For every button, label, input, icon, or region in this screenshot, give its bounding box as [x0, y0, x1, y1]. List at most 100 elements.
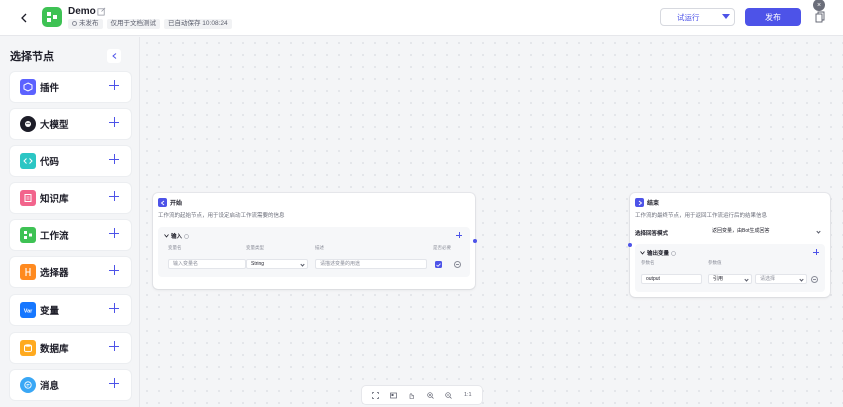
sidebar-item-selector[interactable]: 选择器: [10, 257, 131, 287]
end-icon: [635, 198, 644, 207]
plugin-icon: [20, 79, 36, 95]
variable-icon: Var: [20, 302, 36, 318]
col-variable-type: 变量类型: [246, 245, 264, 250]
answer-mode-label: 选择回答模式: [635, 231, 669, 237]
plus-icon[interactable]: [109, 191, 119, 201]
variable-description-input[interactable]: 请描述变量的用途: [315, 259, 427, 269]
start-node[interactable]: 开始 工作流的起始节点，用于设定启动工作流需要的信息 输入 变量名 变量类型 描…: [153, 193, 475, 289]
zoom-reset-button[interactable]: 1:1: [462, 390, 474, 400]
required-checkbox[interactable]: [435, 261, 442, 268]
svg-text:Var: Var: [24, 308, 33, 314]
sidebar-item-llm[interactable]: 大模型: [10, 109, 131, 139]
status-dot-icon: [72, 21, 77, 26]
end-node-description: 工作流的最终节点，用于返回工作流运行后的结果信息: [635, 213, 768, 219]
collapse-sidebar-button[interactable]: [107, 49, 121, 63]
publish-button[interactable]: 发布: [745, 8, 801, 26]
output-section: 输出变量 参数名 参数值 output 引用 请选择: [635, 244, 825, 292]
sidebar-item-label: 大模型: [40, 120, 69, 131]
remove-output-icon[interactable]: [811, 276, 818, 283]
end-node-input-port[interactable]: [628, 243, 632, 247]
zoom-in-icon: [426, 391, 434, 399]
param-name-input[interactable]: output: [641, 274, 702, 284]
chevron-down-icon: [799, 277, 804, 282]
variable-type-select[interactable]: String: [246, 259, 308, 269]
minimap-button[interactable]: [388, 390, 398, 400]
zoom-level-label: 1:1: [463, 392, 472, 398]
add-input-icon[interactable]: [456, 232, 462, 238]
remove-input-icon[interactable]: [454, 261, 461, 268]
start-icon: [158, 198, 167, 207]
selector-icon: [20, 264, 36, 280]
sidebar-item-database[interactable]: 数据库: [10, 333, 131, 363]
sidebar-item-code[interactable]: 代码: [10, 146, 131, 176]
pointer-mode-button[interactable]: [407, 390, 417, 400]
end-node[interactable]: 结束 工作流的最终节点，用于返回工作流运行后的结果信息 选择回答模式 返回变量，…: [630, 193, 830, 297]
close-button[interactable]: ×: [813, 0, 825, 11]
input-section-title[interactable]: 输入: [164, 232, 189, 240]
col-param-value: 参数值: [708, 260, 722, 265]
map-icon: [390, 392, 397, 398]
variable-name-input[interactable]: 输入变量名: [168, 259, 246, 269]
code-icon: [20, 153, 36, 169]
chevron-down-icon: [816, 229, 821, 234]
answer-mode-select[interactable]: 返回变量，由Bot生成回答: [708, 227, 823, 237]
chevron-down-icon: [164, 234, 169, 238]
llm-icon: [20, 116, 36, 132]
col-param-name: 参数名: [641, 260, 655, 265]
copy-icon[interactable]: [815, 11, 825, 23]
check-icon: [436, 262, 441, 267]
plus-icon[interactable]: [109, 117, 119, 127]
zoom-out-button[interactable]: [443, 390, 453, 400]
info-icon: [671, 250, 676, 256]
plus-icon[interactable]: [109, 341, 119, 351]
sidebar-item-label: 插件: [40, 83, 60, 94]
sidebar-item-message[interactable]: 消息: [10, 370, 131, 400]
sidebar-item-variable[interactable]: Var 变量: [10, 295, 131, 325]
message-icon: [20, 377, 36, 393]
chevron-left-icon: [111, 53, 116, 59]
plus-icon[interactable]: [109, 265, 119, 275]
zoom-out-icon: [445, 391, 452, 399]
top-bar: Demo 未发布 仅用于文档测试 已自动保存 10:08:24 试运行 发布 ×: [0, 0, 843, 36]
zoom-in-button[interactable]: [425, 390, 435, 400]
start-node-header: 开始: [158, 198, 182, 207]
start-node-output-port[interactable]: [473, 239, 477, 243]
output-section-title[interactable]: 输出变量: [640, 249, 676, 257]
canvas-toolbar: 1:1: [362, 386, 482, 404]
sidebar-item-label: 代码: [40, 157, 60, 168]
plus-icon[interactable]: [109, 80, 119, 90]
chevron-down-icon[interactable]: [722, 14, 730, 19]
sidebar-item-workflow[interactable]: 工作流: [10, 220, 131, 250]
workflow-canvas[interactable]: 开始 工作流的起始节点，用于设定启动工作流需要的信息 输入 变量名 变量类型 描…: [141, 37, 843, 407]
autosave-badge: 已自动保存 10:08:24: [164, 19, 232, 29]
sidebar-item-plugin[interactable]: 插件: [10, 72, 131, 102]
chevron-down-icon: [744, 277, 749, 282]
col-description: 描述: [315, 245, 324, 250]
sidebar-item-label: 知识库: [40, 194, 69, 205]
plus-icon[interactable]: [109, 303, 119, 313]
scope-badge: 仅用于文档测试: [106, 19, 160, 29]
plus-icon[interactable]: [109, 228, 119, 238]
meta-row: 未发布 仅用于文档测试 已自动保存 10:08:24: [68, 19, 232, 29]
plus-icon[interactable]: [109, 154, 119, 164]
sidebar-item-label: 选择器: [40, 268, 69, 279]
back-button[interactable]: [15, 9, 33, 27]
param-value-select[interactable]: 请选择: [755, 274, 807, 284]
sidebar-item-label: 工作流: [40, 231, 69, 242]
param-ref-select[interactable]: 引用: [708, 274, 752, 284]
add-output-icon[interactable]: [813, 249, 819, 255]
plus-icon[interactable]: [109, 378, 119, 388]
chevron-down-icon: [640, 251, 645, 255]
col-required: 是否必要: [433, 245, 451, 250]
knowledge-icon: [20, 190, 36, 206]
input-section: 输入 变量名 变量类型 描述 是否必要 输入变量名 String 请描述变量的用…: [158, 227, 470, 277]
node-sidebar: 选择节点 插件 大模型 代码 知识库 工作流 选择器 Var 变量 数据库 消息: [0, 37, 140, 407]
fit-view-button[interactable]: [370, 390, 380, 400]
edit-icon[interactable]: [97, 7, 106, 16]
chevron-left-icon: [21, 13, 27, 23]
col-variable-name: 变量名: [168, 245, 182, 250]
app-title: Demo: [68, 6, 96, 17]
workflow-logo-icon: [42, 7, 62, 27]
end-node-title: 结束: [647, 201, 660, 207]
sidebar-item-knowledge[interactable]: 知识库: [10, 183, 131, 213]
